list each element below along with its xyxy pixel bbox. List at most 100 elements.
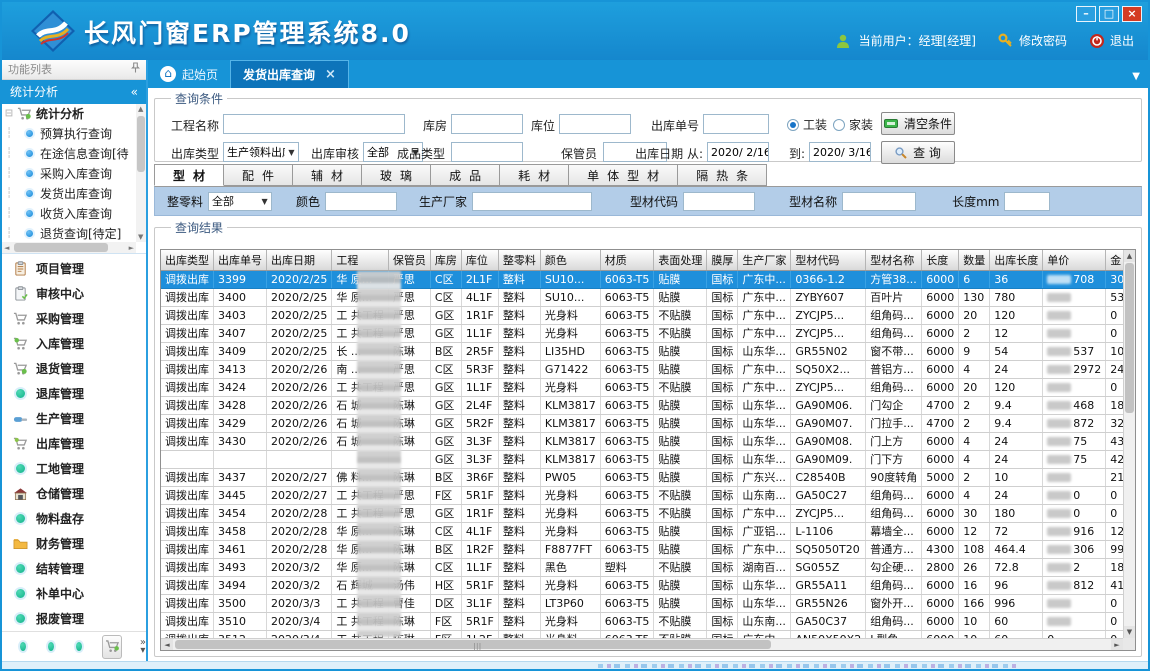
table-vertical-scrollbar[interactable]: ▲▼ <box>1123 250 1135 638</box>
color-input[interactable] <box>325 192 397 211</box>
change-password-button[interactable]: 修改密码 <box>998 32 1067 49</box>
tree-horizontal-scrollbar[interactable]: ◄► <box>2 242 136 253</box>
col-loc[interactable]: 库位 <box>461 250 498 270</box>
col-outlen[interactable]: 出库长度 <box>990 250 1043 270</box>
sidebar-item-13[interactable]: 补单中心 <box>2 581 146 606</box>
sidebar-item-12[interactable]: 结转管理 <box>2 556 146 581</box>
col-qty[interactable]: 数量 <box>959 250 990 270</box>
sidebar-item-0[interactable]: 项目管理 <box>2 256 146 281</box>
col-mfr[interactable]: 生产厂家 <box>738 250 791 270</box>
table-horizontal-scrollbar[interactable]: ◄|||► <box>161 638 1123 650</box>
subtab-0[interactable]: 型材 <box>154 164 224 186</box>
subtab-3[interactable]: 玻璃 <box>362 164 431 186</box>
table-row[interactable]: 调拨出库35102020/3/4工 共工程陈琳F区5R1F整料光身料6063-T… <box>161 612 1136 630</box>
subtab-5[interactable]: 耗材 <box>500 164 569 186</box>
subtab-7[interactable]: 隔热条 <box>678 164 767 186</box>
table-row[interactable]: G区3L3F整料KLM38176063-T5贴膜国标山东华...GA90M09.… <box>161 450 1136 468</box>
sidebar-item-11[interactable]: 财务管理 <box>2 531 146 556</box>
clear-conditions-button[interactable]: 清空条件 <box>881 112 955 135</box>
sidebar-item-10[interactable]: 物料盘存 <box>2 506 146 531</box>
tab-shipment-outbound-query[interactable]: 发货出库查询 × <box>230 60 349 88</box>
col-mat[interactable]: 材质 <box>600 250 654 270</box>
sidebar-item-6[interactable]: 生产管理 <box>2 406 146 431</box>
tab-close-icon[interactable]: × <box>325 67 336 82</box>
sidebar-item-3[interactable]: 入库管理 <box>2 331 146 356</box>
tree-item-3[interactable]: ┆发货出库查询 <box>2 184 136 204</box>
tree-item-5[interactable]: ┆退货查询[待定] <box>2 224 136 244</box>
table-row[interactable]: 调拨出库33992020/2/25华 原...严思C区2L1F整料SU10...… <box>161 270 1136 288</box>
warehouse-input[interactable] <box>451 114 523 134</box>
sidebar-item-7[interactable]: 出库管理 <box>2 431 146 456</box>
tree-item-4[interactable]: ┆收货入库查询 <box>2 204 136 224</box>
module-dot-icon[interactable] <box>74 640 84 653</box>
col-name[interactable]: 型材名称 <box>866 250 922 270</box>
col-code[interactable]: 型材代码 <box>791 250 866 270</box>
tree-item-2[interactable]: ┆采购入库查询 <box>2 164 136 184</box>
col-keeper[interactable]: 保管员 <box>388 250 430 270</box>
date-from-select[interactable]: 2020/ 2/16▼ <box>707 142 769 162</box>
collapse-icon[interactable]: « <box>131 85 138 99</box>
table-row[interactable]: 调拨出库34132020/2/26南 ...严思C区5R3F整料G7142260… <box>161 360 1136 378</box>
tree-item-0[interactable]: ┆预算执行查询 <box>2 124 136 144</box>
profile-code-input[interactable] <box>683 192 755 211</box>
tab-home[interactable]: ⌂ 起始页 <box>148 60 230 88</box>
sidebar-item-14[interactable]: 报废管理 <box>2 606 146 631</box>
table-row[interactable]: 调拨出库34302020/2/26石 城陈琳G区3L3F整料KLM3817606… <box>161 432 1136 450</box>
subtab-4[interactable]: 成品 <box>431 164 500 186</box>
cart-toolbar-button[interactable] <box>102 635 122 659</box>
subtab-2[interactable]: 辅材 <box>293 164 362 186</box>
location-input[interactable] <box>559 114 631 134</box>
table-row[interactable]: 调拨出库34372020/2/27佛 料...陈琳B区3R6F整料PW05606… <box>161 468 1136 486</box>
sidebar-item-5[interactable]: 退库管理 <box>2 381 146 406</box>
length-input[interactable] <box>1004 192 1050 211</box>
maximize-button[interactable]: □ <box>1099 6 1119 22</box>
col-project[interactable]: 工程 <box>332 250 389 270</box>
table-row[interactable]: 调拨出库34452020/2/27工 共工程严思F区5R1F整料光身料6063-… <box>161 486 1136 504</box>
logout-button[interactable]: 退出 <box>1089 32 1134 49</box>
module-dot-icon[interactable] <box>18 640 28 653</box>
col-len[interactable]: 长度 <box>922 250 959 270</box>
tree-item-1[interactable]: ┆在途信息查询[待 <box>2 144 136 164</box>
table-row[interactable]: 调拨出库35002020/3/3工 共工程曹佳D区3L1F整料LT3P60606… <box>161 594 1136 612</box>
pin-icon[interactable] <box>131 62 140 76</box>
sidebar-item-2[interactable]: 采购管理 <box>2 306 146 331</box>
outbound-order-input[interactable] <box>703 114 769 134</box>
expand-more-icon[interactable]: »▾ <box>140 639 146 655</box>
table-row[interactable]: 调拨出库34072020/2/25工 共工程严思G区1L1F整料光身料6063-… <box>161 324 1136 342</box>
table-row[interactable]: 调拨出库34292020/2/26石 城陈琳G区5R2F整料KLM3817606… <box>161 414 1136 432</box>
sidebar-item-1[interactable]: 审核中心 <box>2 281 146 306</box>
radio-jiazhuang[interactable]: 家装 <box>833 116 873 133</box>
subtab-6[interactable]: 单体型材 <box>569 164 678 186</box>
tab-list-dropdown-icon[interactable]: ▼ <box>1132 71 1140 82</box>
table-row[interactable]: 调拨出库34282020/2/26石 城陈琳G区2L4F整料KLM3817606… <box>161 396 1136 414</box>
sidebar-item-8[interactable]: 工地管理 <box>2 456 146 481</box>
col-type[interactable]: 出库类型 <box>161 250 214 270</box>
sidebar-item-9[interactable]: 仓储管理 <box>2 481 146 506</box>
col-film[interactable]: 膜厚 <box>707 250 738 270</box>
table-row[interactable]: 调拨出库34242020/2/26工 共工程严思G区1L1F整料光身料6063-… <box>161 378 1136 396</box>
table-row[interactable]: 调拨出库34942020/3/2石 辉城汤伟H区5R1F整料光身料6063-T5… <box>161 576 1136 594</box>
profile-name-input[interactable] <box>842 192 916 211</box>
col-price[interactable]: 单价 <box>1043 250 1106 270</box>
radio-gongzhuang[interactable]: 工装 <box>787 116 827 133</box>
col-whole[interactable]: 整零料 <box>498 250 540 270</box>
tree-root-statistics[interactable]: ⊟统计分析 <box>2 104 136 124</box>
col-wh[interactable]: 库房 <box>430 250 461 270</box>
subtab-1[interactable]: 配件 <box>224 164 293 186</box>
whole-piece-select[interactable]: 全部▼ <box>208 192 272 211</box>
tree-vertical-scrollbar[interactable]: ▲▼ <box>136 104 146 243</box>
table-row[interactable]: 调拨出库34092020/2/25长 ...陈琳B区2R5F整料LI35HD60… <box>161 342 1136 360</box>
minimize-button[interactable]: – <box>1076 6 1096 22</box>
col-surf[interactable]: 表面处理 <box>654 250 707 270</box>
project-name-input[interactable] <box>223 114 405 134</box>
col-date[interactable]: 出库日期 <box>267 250 332 270</box>
table-row[interactable]: 调拨出库34582020/2/28华 原...陈琳C区4L1F整料光身料6063… <box>161 522 1136 540</box>
table-row[interactable]: 调拨出库34612020/2/28华 原...陈琳B区1R2F整料F8877FT… <box>161 540 1136 558</box>
table-row[interactable]: 调拨出库34932020/3/2华 原...陈琳C区1L1F整料黑色塑料不贴膜国… <box>161 558 1136 576</box>
manufacturer-input[interactable] <box>472 192 592 211</box>
col-no[interactable]: 出库单号 <box>214 250 267 270</box>
outbound-type-select[interactable]: 生产领料出库▼ <box>223 142 299 162</box>
module-dot-icon[interactable] <box>46 640 56 653</box>
sidebar-section-header[interactable]: 统计分析 « <box>2 80 146 104</box>
table-row[interactable]: 调拨出库34542020/2/28工 共工程严思G区1R1F整料光身料6063-… <box>161 504 1136 522</box>
